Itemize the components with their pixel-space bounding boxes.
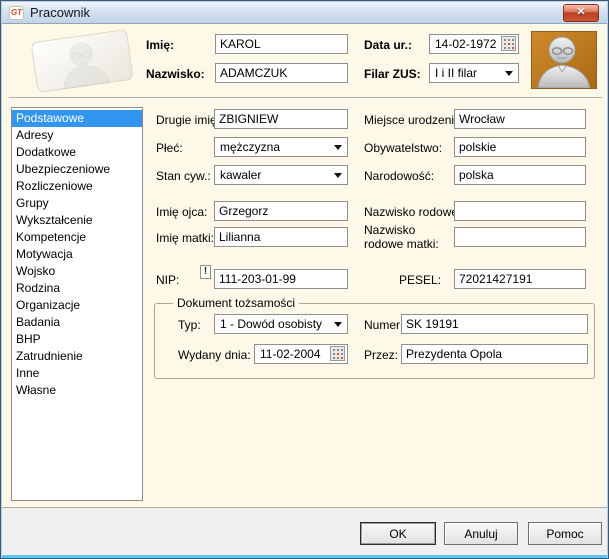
data-ur-label: Data ur.: xyxy=(364,38,413,52)
calendar-icon[interactable] xyxy=(501,36,516,51)
data-ur-datefield[interactable]: 14-02-1972 xyxy=(429,34,519,54)
filar-zus-label: Filar ZUS: xyxy=(364,67,421,81)
typ-value: 1 - Dowód osobisty xyxy=(220,317,323,331)
drugie-imie-label: Drugie imię: xyxy=(156,113,221,127)
imie-ojca-input[interactable] xyxy=(214,201,348,221)
chevron-down-icon xyxy=(334,145,342,150)
ok-button[interactable]: OK xyxy=(360,522,436,545)
nip-label: NIP: xyxy=(156,273,180,287)
typ-label: Typ: xyxy=(178,318,201,332)
sidebar-item-wojsko[interactable]: Wojsko xyxy=(12,263,142,280)
sidebar-item-badania[interactable]: Badania xyxy=(12,314,142,331)
sidebar-item-dodatkowe[interactable]: Dodatkowe xyxy=(12,144,142,161)
pesel-input[interactable] xyxy=(454,269,586,289)
nazwisko-label: Nazwisko: xyxy=(146,67,205,81)
miejsce-urodzenia-input[interactable] xyxy=(454,109,586,129)
data-ur-value: 14-02-1972 xyxy=(435,37,497,51)
plec-value: mężczyzna xyxy=(220,140,281,154)
plec-label: Płeć: xyxy=(156,141,183,155)
sidebar-item-własne[interactable]: Własne xyxy=(12,382,142,399)
typ-combobox[interactable]: 1 - Dowód osobisty xyxy=(214,314,348,334)
sidebar-item-motywacja[interactable]: Motywacja xyxy=(12,246,142,263)
stan-cyw-label: Stan cyw.: xyxy=(156,169,211,183)
miejsce-urodzenia-label: Miejsce urodzenia: xyxy=(364,113,465,127)
wydany-dnia-value: 11-02-2004 xyxy=(260,347,321,361)
sidebar-item-bhp[interactable]: BHP xyxy=(12,331,142,348)
drugie-imie-input[interactable] xyxy=(214,109,348,129)
nazwisko-rodowe-input[interactable] xyxy=(454,201,586,221)
numer-label: Numer: xyxy=(364,318,404,332)
sidebar-item-kompetencje[interactable]: Kompetencje xyxy=(12,229,142,246)
imie-ojca-label: Imię ojca: xyxy=(156,205,208,219)
sidebar-item-ubezpieczeniowe[interactable]: Ubezpieczeniowe xyxy=(12,161,142,178)
sidebar-item-adresy[interactable]: Adresy xyxy=(12,127,142,144)
nazwisko-rodowe-matki-input[interactable] xyxy=(454,227,586,247)
employee-photo xyxy=(531,31,597,89)
nazwisko-input[interactable] xyxy=(215,63,348,83)
narodowosc-label: Narodowość: xyxy=(364,169,435,183)
sidebar-item-zatrudnienie[interactable]: Zatrudnienie xyxy=(12,348,142,365)
nazwisko-rodowe-matki-label: Nazwisko rodowe matki: xyxy=(364,223,439,251)
imie-input[interactable] xyxy=(215,34,348,54)
nip-input[interactable] xyxy=(214,269,348,289)
title-bar: GT Pracownik ✕ xyxy=(2,2,607,24)
sidebar-list[interactable]: Podstawowe Adresy Dodatkowe Ubezpieczeniowe… xyxy=(11,107,143,501)
group-title: Dokument tożsamości xyxy=(173,296,300,310)
obywatelstwo-label: Obywatelstwo: xyxy=(364,141,443,155)
sidebar-item-wykształcenie[interactable]: Wykształcenie xyxy=(12,212,142,229)
filar-zus-combobox[interactable]: I i II filar xyxy=(429,63,519,83)
chevron-down-icon xyxy=(334,173,342,178)
chevron-down-icon xyxy=(334,322,342,327)
pracownik-dialog: GT Pracownik ✕ Imię: Nazwisko: Data ur.:… xyxy=(0,0,609,559)
narodowosc-input[interactable] xyxy=(454,165,586,185)
pomoc-button[interactable]: Pomoc xyxy=(528,522,602,545)
id-card-watermark xyxy=(31,29,133,92)
numer-input[interactable] xyxy=(401,314,588,334)
chevron-down-icon xyxy=(505,71,513,76)
sidebar-item-grupy[interactable]: Grupy xyxy=(12,195,142,212)
nazwisko-rodowe-label: Nazwisko rodowe: xyxy=(364,205,462,219)
przez-input[interactable] xyxy=(401,344,588,364)
calendar-icon[interactable] xyxy=(330,346,345,361)
close-icon[interactable]: ✕ xyxy=(563,4,599,22)
anuluj-button[interactable]: Anuluj xyxy=(444,522,518,545)
nip-warning-icon[interactable]: ! xyxy=(200,265,211,279)
sidebar-item-inne[interactable]: Inne xyxy=(12,365,142,382)
stan-cyw-value: kawaler xyxy=(220,168,262,182)
sidebar-item-organizacje[interactable]: Organizacje xyxy=(12,297,142,314)
obywatelstwo-input[interactable] xyxy=(454,137,586,157)
wydany-dnia-label: Wydany dnia: xyxy=(178,348,251,362)
filar-zus-value: I i II filar xyxy=(435,66,478,80)
header-separator xyxy=(9,97,602,99)
app-icon: GT xyxy=(9,5,24,20)
stan-cyw-combobox[interactable]: kawaler xyxy=(214,165,348,185)
imie-matki-input[interactable] xyxy=(214,227,348,247)
imie-matki-label: Imię matki: xyxy=(156,231,215,245)
wydany-dnia-datefield[interactable]: 11-02-2004 xyxy=(254,344,348,364)
sidebar-item-rodzina[interactable]: Rodzina xyxy=(12,280,142,297)
przez-label: Przez: xyxy=(364,348,399,362)
sidebar-item-podstawowe[interactable]: Podstawowe xyxy=(12,110,142,127)
plec-combobox[interactable]: mężczyzna xyxy=(214,137,348,157)
imie-label: Imię: xyxy=(146,38,175,52)
sidebar-item-rozliczeniowe[interactable]: Rozliczeniowe xyxy=(12,178,142,195)
window-title: Pracownik xyxy=(30,5,90,20)
pesel-label: PESEL: xyxy=(399,273,442,287)
